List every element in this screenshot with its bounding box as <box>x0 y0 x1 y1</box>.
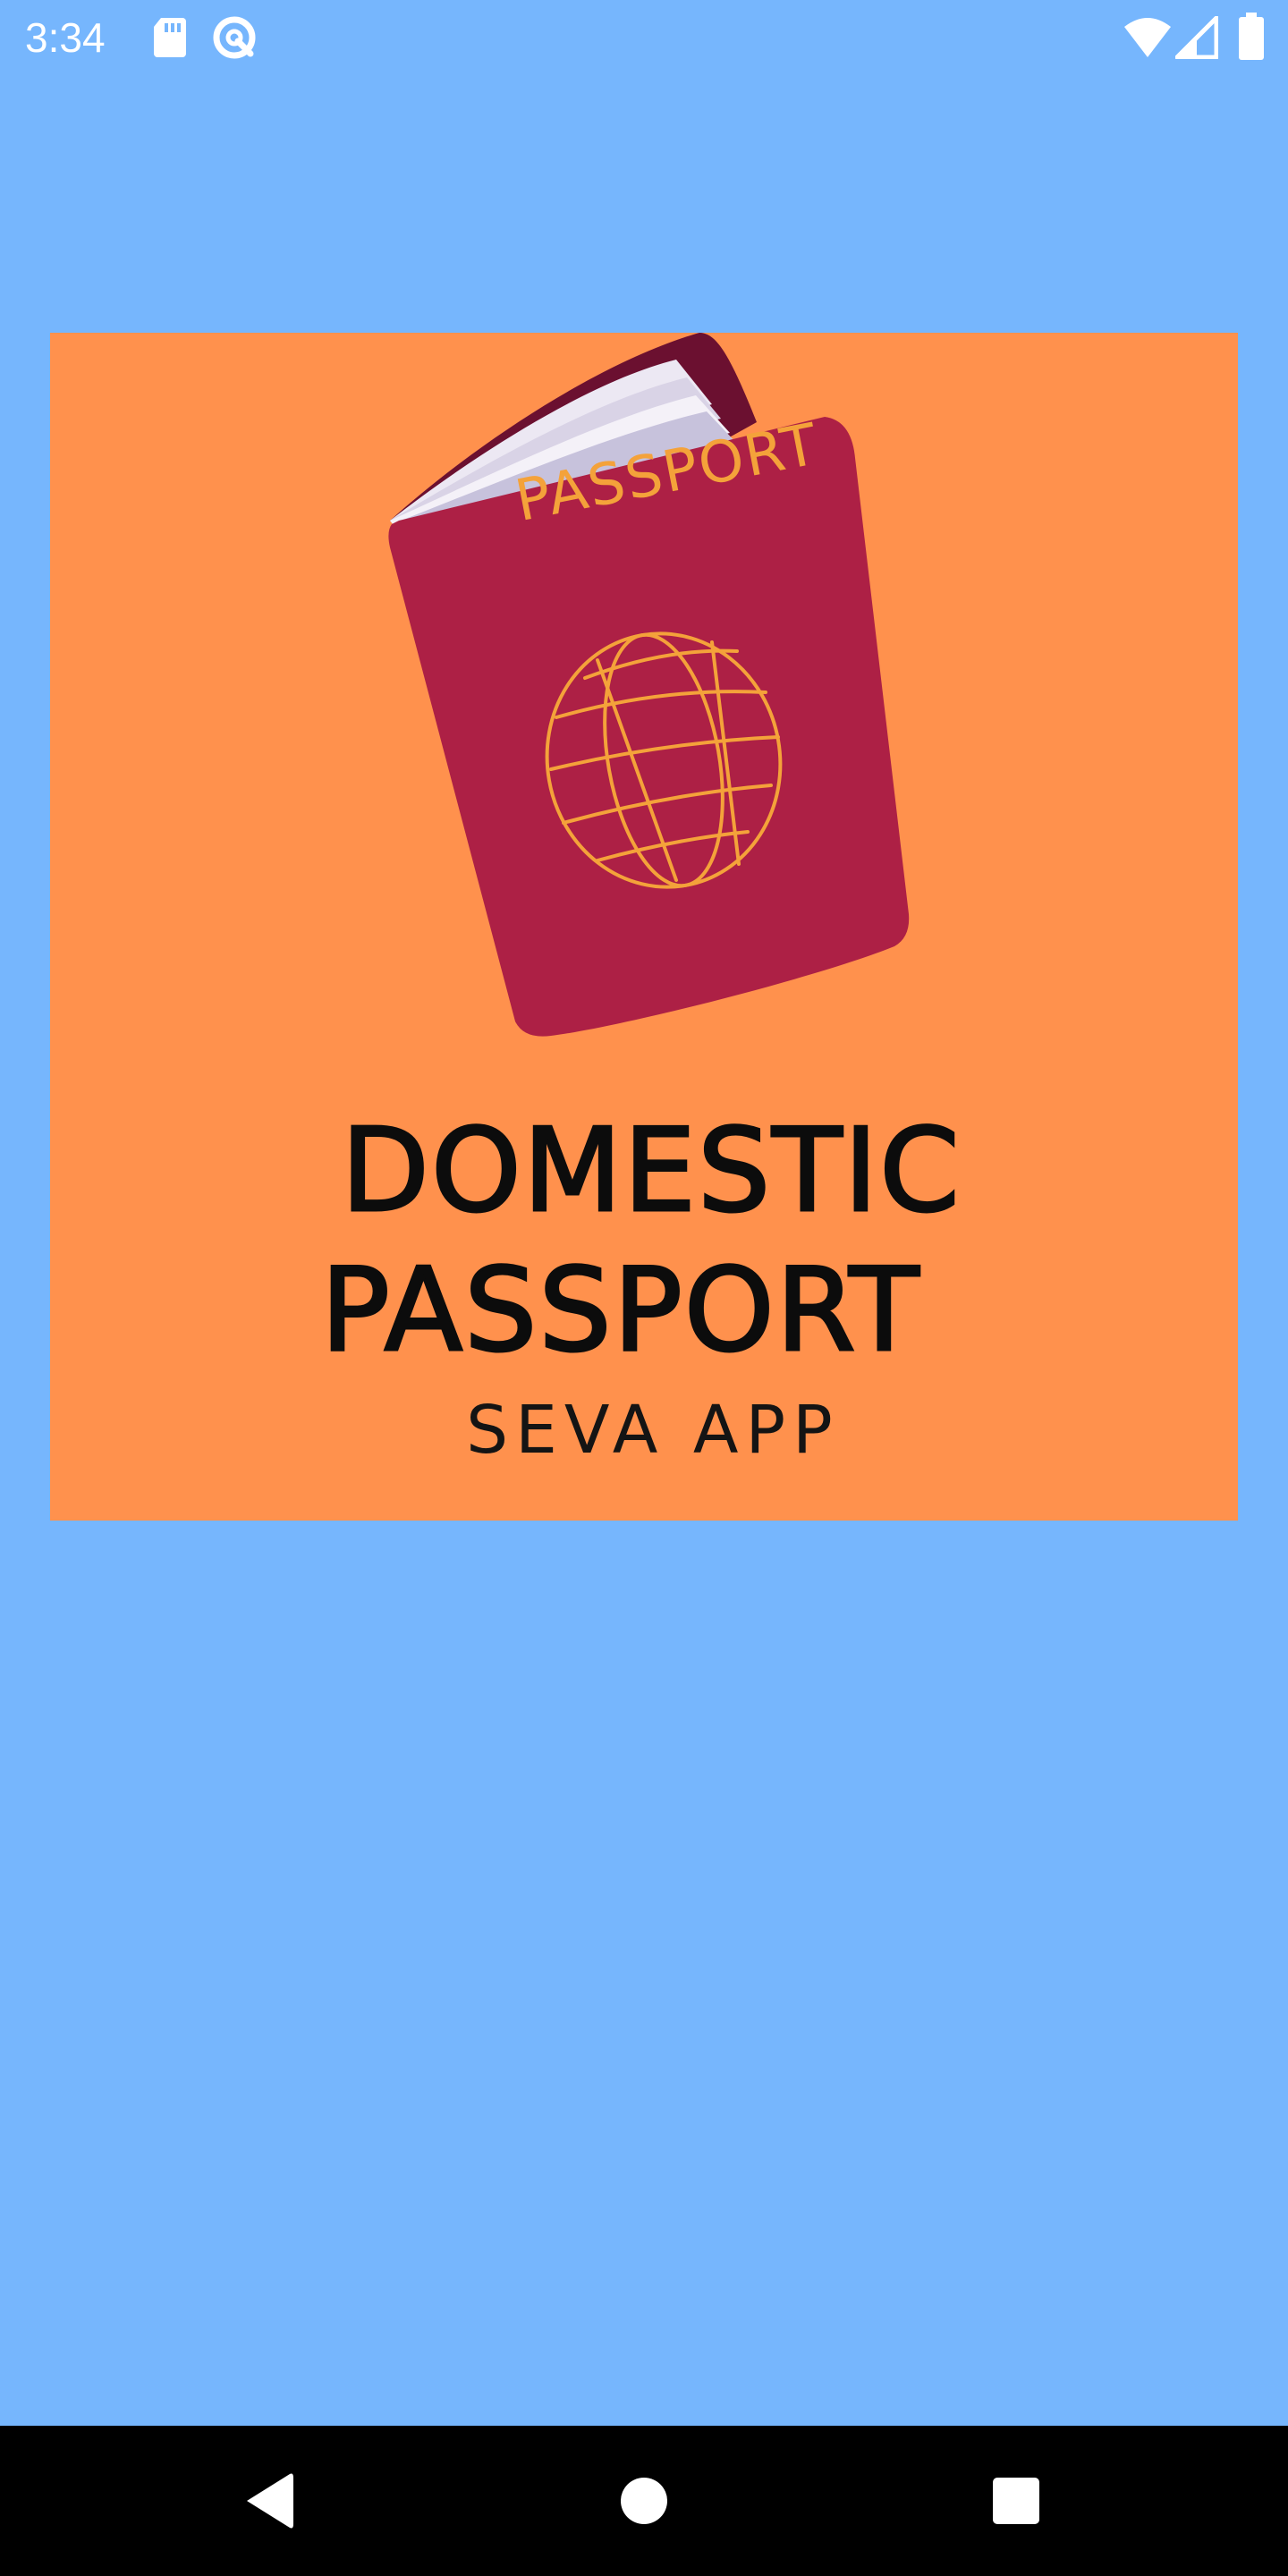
back-icon <box>247 2473 293 2529</box>
sd-card-icon <box>152 14 188 63</box>
cellular-signal-icon <box>1174 15 1219 63</box>
status-time: 3:34 <box>25 14 106 61</box>
splash-card: PASSPORT DOMESTIC PASSPORT SEVA APP <box>50 333 1238 1521</box>
sync-icon <box>211 14 258 64</box>
status-bar: 3:34 <box>0 0 1288 75</box>
app-title-line-2: PASSPORT <box>319 1244 921 1377</box>
battery-icon <box>1238 13 1265 64</box>
home-icon <box>621 2478 667 2524</box>
navigation-bar <box>0 2426 1288 2576</box>
recents-button[interactable] <box>941 2426 1091 2576</box>
app-title-line-1: DOMESTIC <box>340 1105 962 1238</box>
recents-icon <box>993 2478 1039 2524</box>
home-button[interactable] <box>569 2426 719 2576</box>
back-button[interactable] <box>193 2426 343 2576</box>
app-subtitle: SEVA APP <box>466 1392 840 1469</box>
wifi-icon <box>1123 16 1172 63</box>
